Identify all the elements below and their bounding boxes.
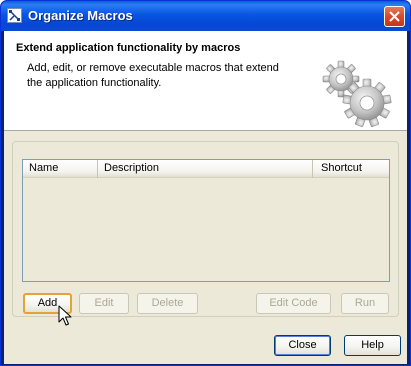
column-header-shortcut[interactable]: Shortcut <box>313 160 391 178</box>
edit-button[interactable]: Edit <box>79 293 129 314</box>
edit-code-button[interactable]: Edit Code <box>256 293 331 314</box>
close-icon[interactable] <box>384 6 405 27</box>
mouse-pointer-icon <box>58 305 72 326</box>
header-description: Add, edit, or remove executable macros t… <box>27 62 279 89</box>
title-bar[interactable]: Organize Macros <box>1 1 410 31</box>
close-button[interactable]: Close <box>274 335 331 356</box>
header-title: Extend application functionality by macr… <box>16 42 241 54</box>
gears-icon <box>322 60 392 127</box>
dialog-header: Extend application functionality by macr… <box>4 31 407 131</box>
delete-button[interactable]: Delete <box>137 293 198 314</box>
column-header-name[interactable]: Name <box>23 160 98 178</box>
macros-table[interactable]: Name Description Shortcut <box>22 159 390 282</box>
run-button[interactable]: Run <box>341 293 389 314</box>
table-header: Name Description Shortcut <box>23 160 389 178</box>
help-button[interactable]: Help <box>344 335 401 356</box>
column-header-description[interactable]: Description <box>98 160 313 178</box>
window-title: Organize Macros <box>28 8 133 23</box>
diagram-icon <box>7 8 22 23</box>
